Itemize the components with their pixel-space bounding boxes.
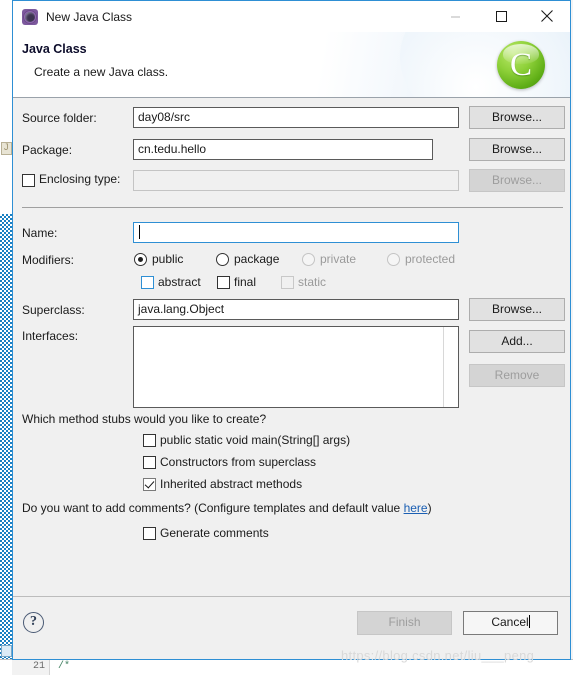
interfaces-label: Interfaces: — [22, 329, 79, 343]
banner-letter: C — [509, 46, 532, 83]
comments-question-suffix: ) — [427, 501, 432, 515]
maximize-button[interactable] — [478, 1, 524, 31]
maximize-icon — [495, 10, 507, 22]
cancel-button[interactable]: Cancel — [463, 611, 558, 635]
modifier-checkbox-final[interactable] — [217, 276, 230, 289]
source-folder-label: Source folder: — [22, 111, 97, 125]
modifiers-label: Modifiers: — [22, 253, 75, 267]
editor-code-fragment: /* — [58, 661, 71, 672]
close-button[interactable] — [524, 1, 570, 31]
modifier-radio-public[interactable] — [134, 253, 147, 266]
wizard-header-description: Create a new Java class. — [34, 65, 169, 79]
wizard-header: Java Class Create a new Java class. C — [13, 32, 570, 98]
modifier-radio-private — [302, 253, 315, 266]
stub-label-constructors: Constructors from superclass — [160, 455, 317, 469]
superclass-input[interactable]: java.lang.Object — [133, 299, 459, 320]
modifier-radio-protected — [387, 253, 400, 266]
dialog-body: Source folder: day08/src Browse... Packa… — [13, 98, 570, 596]
stub-checkbox-constructors[interactable] — [143, 456, 156, 469]
minimize-icon — [450, 16, 460, 17]
java-class-banner-icon: C — [497, 41, 545, 89]
configure-templates-link[interactable]: here — [404, 501, 428, 515]
ide-view-icon — [1, 645, 12, 657]
dialog-titlebar: New Java Class — [13, 0, 570, 32]
modifier-label-public: public — [152, 252, 184, 266]
source-folder-input[interactable]: day08/src — [133, 107, 459, 128]
modifier-label-static: static — [298, 275, 327, 289]
dialog-footer: ? Finish Cancel — [13, 596, 570, 659]
modifier-label-abstract: abstract — [158, 275, 201, 289]
dialog-title: New Java Class — [46, 9, 133, 24]
name-label: Name: — [22, 226, 58, 240]
modifier-checkbox-static — [281, 276, 294, 289]
ide-left-dither-pattern — [0, 214, 12, 660]
modifier-label-private: private — [320, 252, 357, 266]
enclosing-type-label: Enclosing type: — [39, 172, 121, 186]
finish-button: Finish — [357, 611, 452, 635]
stub-label-main-method: public static void main(String[] args) — [160, 433, 351, 447]
section-separator-1 — [22, 207, 563, 208]
modifier-label-package: package — [234, 252, 280, 266]
cancel-caret — [528, 615, 530, 628]
class-name-input[interactable] — [133, 222, 459, 243]
java-file-tab-icon — [1, 142, 12, 155]
interfaces-list[interactable] — [133, 326, 459, 408]
help-icon[interactable]: ? — [23, 612, 44, 633]
package-browse-button[interactable]: Browse... — [469, 138, 565, 161]
stub-checkbox-inherited-abstract[interactable] — [143, 478, 156, 491]
superclass-label: Superclass: — [22, 303, 85, 317]
modifier-label-protected: protected — [405, 252, 456, 266]
wizard-header-title: Java Class — [22, 42, 87, 56]
modifier-radio-package[interactable] — [216, 253, 229, 266]
interfaces-add-button[interactable]: Add... — [469, 330, 565, 353]
cancel-button-label: Cancel — [491, 615, 529, 629]
generate-comments-label: Generate comments — [160, 526, 269, 540]
java-wizard-gear-icon — [22, 8, 38, 25]
stub-label-inherited-abstract: Inherited abstract methods — [160, 477, 303, 491]
enclosing-type-input — [133, 170, 459, 191]
superclass-browse-button[interactable]: Browse... — [469, 298, 565, 321]
enclosing-type-browse-button: Browse... — [469, 169, 565, 192]
ide-editor-strip: 21 /* — [0, 659, 573, 675]
editor-line-number: 21 — [12, 660, 50, 675]
package-label: Package: — [22, 143, 73, 157]
comments-question-prefix: Do you want to add comments? (Configure … — [22, 501, 404, 515]
close-icon — [541, 10, 553, 22]
text-caret — [139, 225, 140, 239]
generate-comments-checkbox[interactable] — [143, 527, 156, 540]
modifier-label-final: final — [234, 275, 257, 289]
modifier-checkbox-abstract[interactable] — [141, 276, 154, 289]
interfaces-scrollbar[interactable] — [443, 327, 458, 407]
method-stubs-question: Which method stubs would you like to cre… — [22, 412, 267, 426]
package-input[interactable]: cn.tedu.hello — [133, 139, 433, 160]
comments-question: Do you want to add comments? (Configure … — [22, 501, 432, 515]
enclosing-type-checkbox[interactable] — [22, 174, 35, 187]
minimize-button[interactable] — [432, 1, 478, 31]
source-folder-browse-button[interactable]: Browse... — [469, 106, 565, 129]
stub-checkbox-main-method[interactable] — [143, 434, 156, 447]
interfaces-remove-button: Remove — [469, 364, 565, 387]
new-java-class-dialog: New Java Class Java Class Create a new J… — [12, 0, 571, 660]
